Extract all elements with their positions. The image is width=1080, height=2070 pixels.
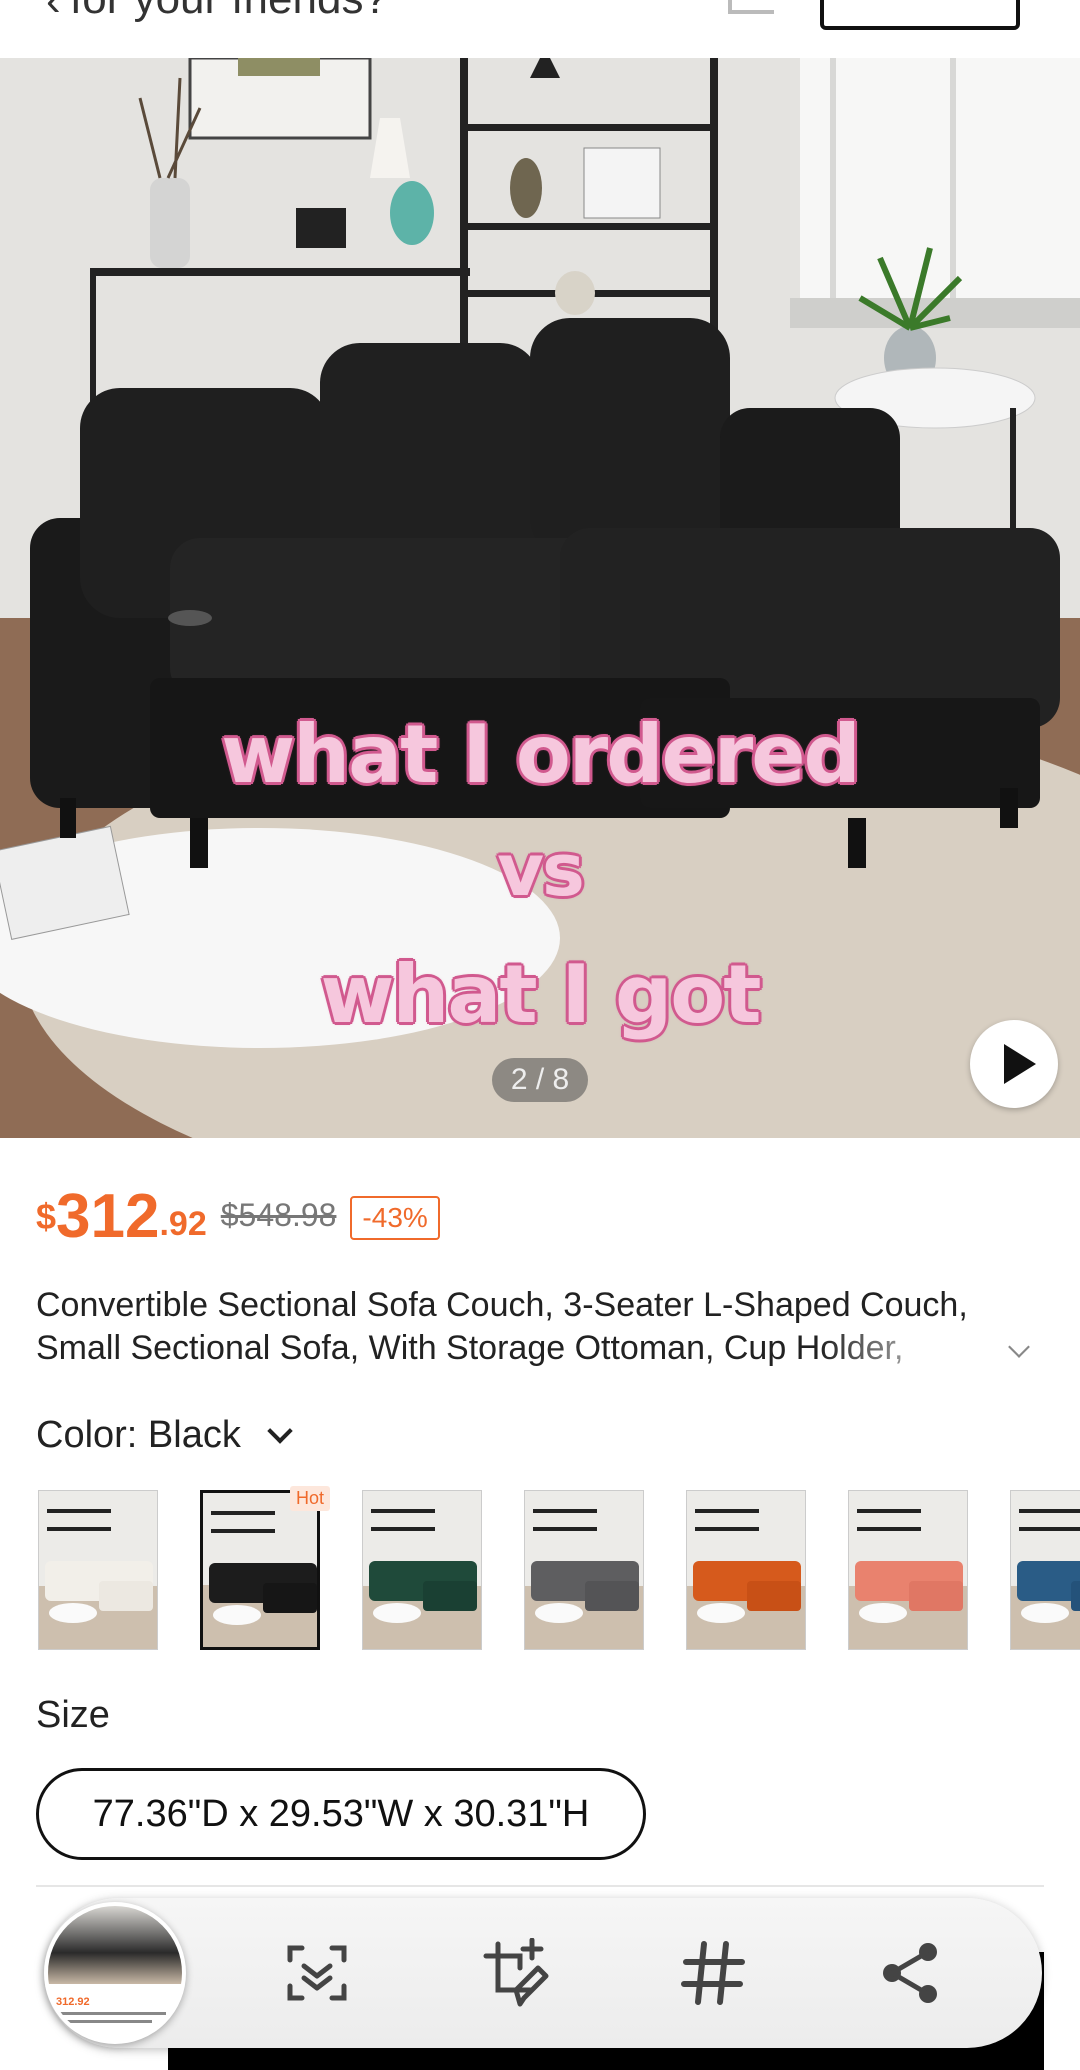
color-swatch-white[interactable] — [38, 1490, 158, 1650]
overlay-text-line-1: what I ordered — [221, 708, 860, 801]
size-option-selected[interactable]: 77.36"D x 29.53"W x 30.31"H — [36, 1768, 646, 1860]
chevron-left-icon[interactable]: ‹ — [46, 0, 61, 26]
price-integer: 312 — [56, 1182, 160, 1251]
top-bar: ‹ for your friends? — [0, 0, 1080, 58]
chevron-down-icon — [267, 1417, 293, 1444]
discount-badge: -43% — [350, 1196, 440, 1240]
color-selector[interactable]: Color: Black — [36, 1414, 293, 1457]
overlay-text-line-2: vs — [497, 828, 585, 912]
title-fade — [820, 1327, 980, 1370]
color-swatch-green[interactable] — [362, 1490, 482, 1650]
scan-icon[interactable] — [282, 1938, 352, 2008]
product-page: ‹ for your friends? — [0, 0, 1080, 2070]
search-text[interactable]: for your friends? — [70, 0, 388, 24]
hashtag-icon[interactable] — [678, 1938, 748, 2008]
play-icon[interactable] — [970, 1020, 1058, 1108]
color-swatch-pink[interactable] — [848, 1490, 968, 1650]
image-pager: 2 / 8 — [492, 1058, 588, 1102]
color-swatch-gray[interactable] — [524, 1490, 644, 1650]
hot-badge: Hot — [290, 1486, 331, 1511]
product-image[interactable]: what I ordered vs what I got 2 / 8 — [0, 58, 1080, 1138]
color-label: Color: Black — [36, 1414, 241, 1456]
share-icon[interactable] — [876, 1938, 946, 2008]
color-swatch-orange[interactable] — [686, 1490, 806, 1650]
price-decimal: .92 — [159, 1205, 207, 1243]
color-swatch-list — [38, 1490, 1080, 1650]
divider — [36, 1885, 1044, 1887]
screenshot-thumbnail[interactable]: 312.92 — [44, 1902, 186, 2044]
price-currency: $ — [36, 1196, 57, 1237]
top-action-button[interactable] — [820, 0, 1020, 30]
color-swatch-black[interactable] — [200, 1490, 320, 1650]
crop-edit-icon[interactable] — [480, 1938, 550, 2008]
cart-icon[interactable] — [728, 0, 774, 14]
overlay-text-line-3: what I got — [320, 948, 761, 1041]
price-row: $ 312 .92 $548.98 -43% — [36, 1178, 440, 1248]
size-label: Size — [36, 1694, 110, 1736]
color-swatch-blue[interactable] — [1010, 1490, 1080, 1650]
original-price: $548.98 — [220, 1197, 337, 1233]
